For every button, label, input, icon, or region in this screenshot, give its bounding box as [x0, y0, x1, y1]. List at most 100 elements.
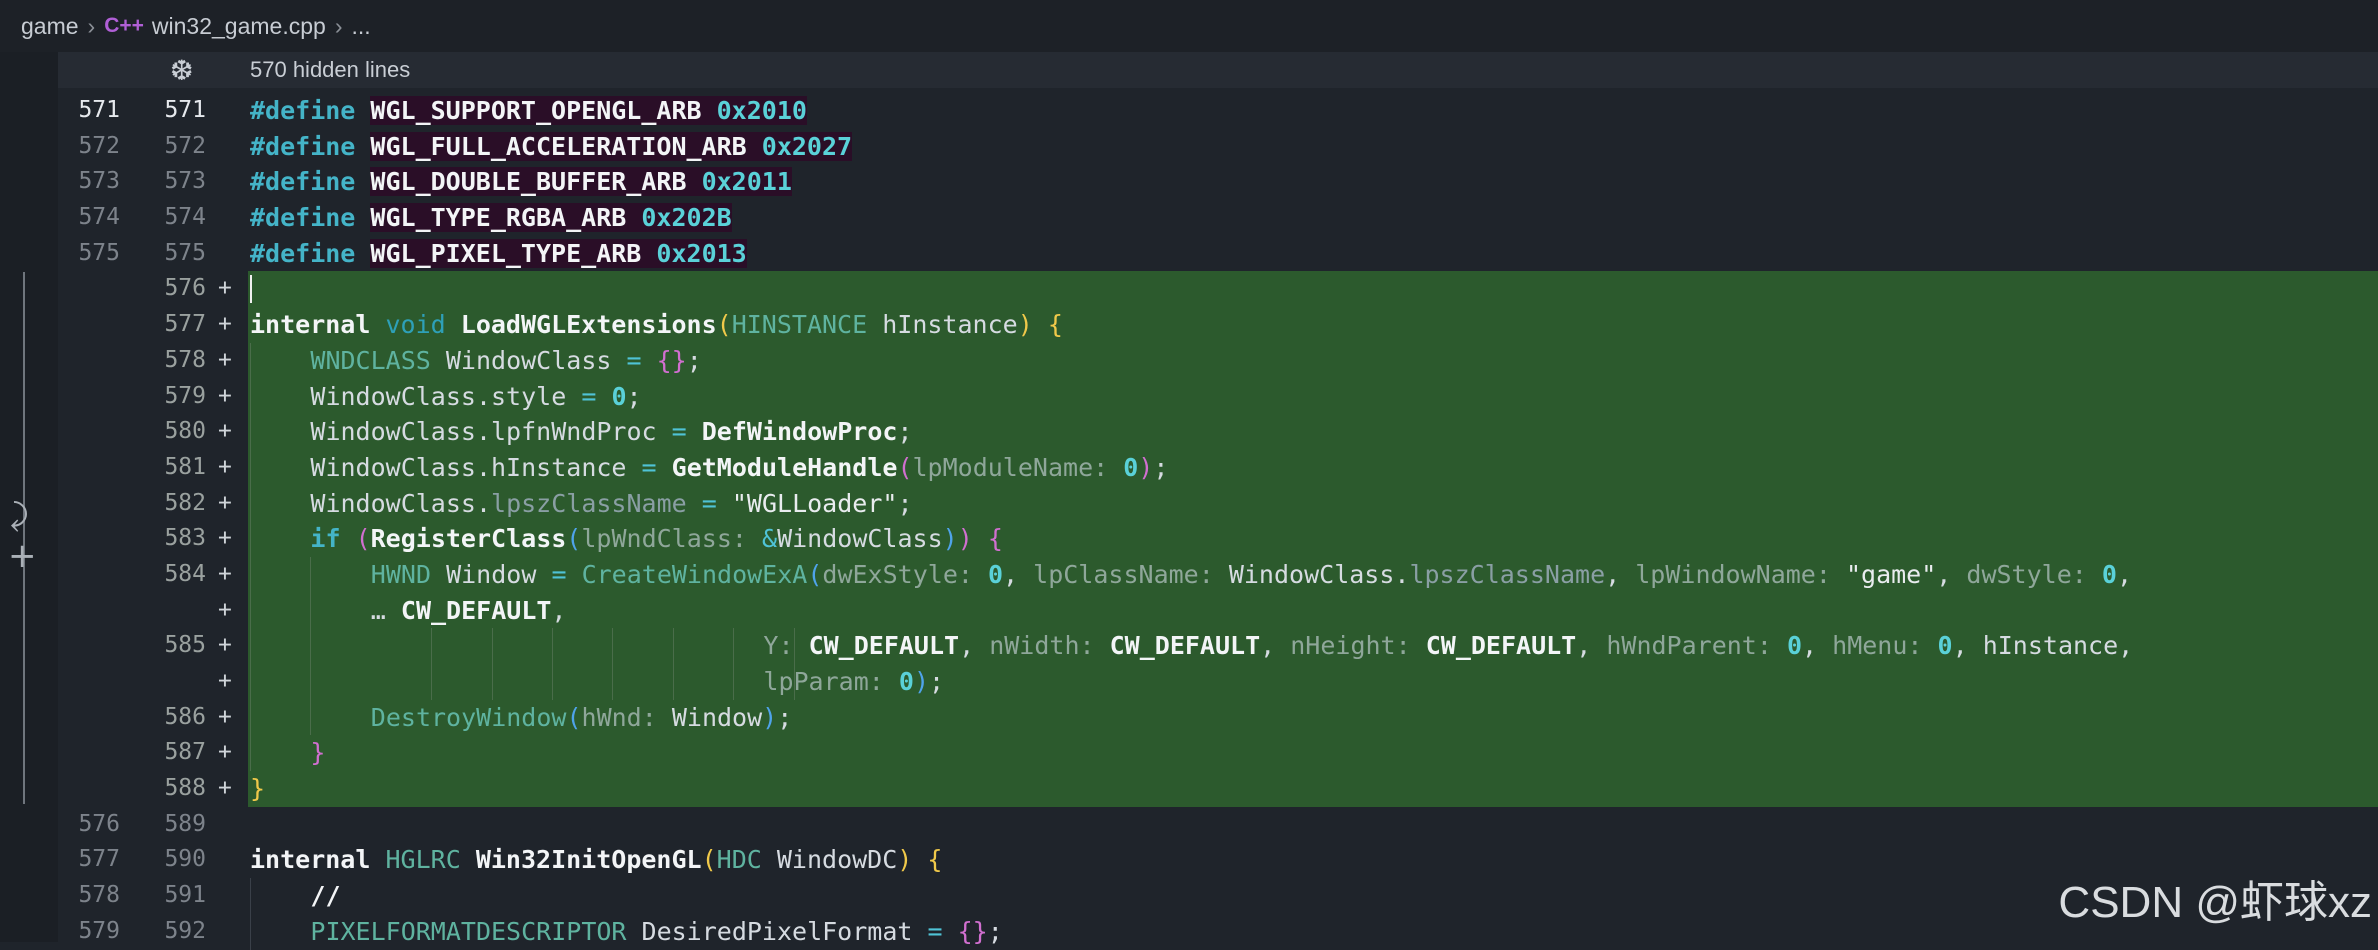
code-token: if	[310, 524, 341, 554]
indent-guide	[250, 664, 251, 700]
code-token: DesiredPixelFormat	[626, 916, 928, 946]
code-token: 0	[987, 559, 1004, 589]
code-line[interactable]: 573 573 #define WGL_DOUBLE_BUFFER_ARB 0x20…	[58, 164, 2378, 201]
code-token: WGL_DOUBLE_BUFFER_ARB	[370, 167, 687, 197]
code-text[interactable]: #define WGL_TYPE_RGBA_ARB 0x202B	[250, 200, 732, 236]
new-line-number: 582	[164, 489, 206, 516]
old-line-number: 571	[78, 97, 120, 123]
code-text[interactable]: WindowClass.lpfnWndProc = DefWindowProc;	[310, 414, 912, 450]
indent-guide	[431, 628, 433, 664]
code-token: lpszClassName	[491, 488, 687, 518]
code-text[interactable]: PIXELFORMATDESCRIPTOR DesiredPixelFormat…	[310, 914, 1002, 950]
code-line-added[interactable]: 588 +}	[58, 771, 2378, 807]
added-line-marker: +	[218, 311, 232, 338]
code-line[interactable]: 572 572 #define WGL_FULL_ACCELERATION_ARB …	[58, 128, 2378, 165]
code-line-added[interactable]: 580 + WindowClass.lpfnWndProc = DefWindowP…	[58, 414, 2378, 450]
new-line-number: 587	[164, 739, 206, 766]
code-text[interactable]: HWND Window = CreateWindowExA(dwExStyle:…	[371, 557, 2132, 593]
code-text[interactable]: #define WGL_DOUBLE_BUFFER_ARB 0x2011	[250, 164, 792, 200]
code-token: nHeight:	[1290, 631, 1411, 661]
chevron-right-icon: ›	[87, 12, 96, 39]
new-line-number: 585	[164, 632, 206, 659]
code-token: {	[927, 845, 943, 875]
code-text[interactable]: WindowClass.lpszClassName = "WGLLoader";	[310, 486, 912, 522]
indent-guide	[250, 414, 251, 450]
code-text[interactable]: }	[250, 771, 265, 807]
code-token: lpClassName:	[1033, 559, 1214, 589]
code-text[interactable]: WindowClass.style = 0;	[310, 379, 641, 415]
code-text[interactable]: DestroyWindow(hWnd: Window);	[371, 700, 792, 736]
code-token: WindowClass	[430, 345, 627, 375]
code-line-added[interactable]: 582 + WindowClass.lpszClassName = "WGLLoad…	[58, 485, 2378, 522]
new-line-number: 583	[164, 525, 206, 552]
unfold-icon[interactable]: ❆	[170, 54, 193, 87]
revert-icon[interactable]: ⤸	[10, 500, 28, 532]
code-line-added[interactable]: + … CW_DEFAULT,	[58, 592, 2378, 629]
code-text[interactable]: //	[310, 878, 340, 914]
breadcrumb-file[interactable]: win32_game.cpp	[152, 13, 326, 40]
indent-guide	[250, 913, 251, 950]
code-text[interactable]: if (RegisterClass(lpWndClass: &WindowCla…	[310, 521, 1003, 557]
breadcrumb-more[interactable]: ...	[352, 13, 371, 40]
code-token: (	[701, 845, 717, 875]
hidden-lines-bar[interactable]: ❆ 570 hidden lines	[58, 52, 2378, 88]
code-text[interactable]: internal void LoadWGLExtensions(HINSTANC…	[250, 307, 1063, 343]
code-token: 0	[1123, 452, 1139, 482]
code-line[interactable]: 578 591 //	[58, 878, 2378, 914]
code-line-added[interactable]: 583 + if (RegisterClass(lpWndClass: &Windo…	[58, 521, 2378, 557]
indent-guide	[672, 628, 674, 664]
add-icon[interactable]: +	[8, 538, 37, 574]
code-line-added[interactable]: 577 + internal void LoadWGLExtensions(HINS…	[58, 307, 2378, 343]
code-line[interactable]: 574 574 #define WGL_TYPE_RGBA_ARB 0x202B	[58, 200, 2378, 236]
code-token: #define	[250, 203, 356, 233]
code-line-added[interactable]: 584 + HWND Window = CreateWindowExA(dwExSt…	[58, 556, 2378, 593]
code-text[interactable]: WNDCLASS WindowClass = {};	[310, 343, 701, 379]
code-token: WindowClass.	[1213, 559, 1410, 589]
code-text[interactable]: }	[310, 735, 325, 771]
breadcrumb-folder[interactable]: game	[21, 13, 79, 40]
added-line-marker: +	[218, 346, 232, 373]
code-token: void	[385, 310, 446, 340]
code-line[interactable]: 575 575 #define WGL_PIXEL_TYPE_ARB 0x2013	[58, 235, 2378, 272]
indent-guide	[310, 556, 312, 593]
code-text[interactable]: internal HGLRC Win32InitOpenGL(HDC Windo…	[250, 842, 942, 878]
code-line-added[interactable]: 586 + DestroyWindow(hWnd: Window);	[58, 699, 2378, 736]
code-text[interactable]: #define WGL_SUPPORT_OPENGL_ARB 0x2010	[250, 93, 807, 129]
added-line-marker: +	[218, 775, 232, 802]
added-line-marker: +	[218, 703, 232, 730]
code-line-added[interactable]: 579 + WindowClass.style = 0;	[58, 378, 2378, 415]
code-token: CW_DEFAULT	[1109, 631, 1261, 661]
code-text[interactable]: lpParam: 0);	[763, 664, 944, 700]
new-line-number: 579	[164, 382, 206, 409]
code-token: (	[807, 559, 823, 589]
code-text[interactable]: WindowClass.hInstance = GetModuleHandle(…	[310, 450, 1168, 486]
code-line-added[interactable]: 576 +	[58, 271, 2378, 308]
code-line[interactable]: 576 589	[58, 806, 2378, 843]
code-line[interactable]: 571 571 #define WGL_SUPPORT_OPENGL_ARB 0x2…	[58, 93, 2378, 129]
old-line-number: 576	[78, 810, 120, 837]
code-line-added[interactable]: 578 + WNDCLASS WindowClass = {};	[58, 342, 2378, 379]
code-token: HWND	[370, 559, 432, 589]
code-token: ,	[959, 631, 990, 661]
code-line-added[interactable]: 581 + WindowClass.hInstance = GetModuleHan…	[58, 449, 2378, 486]
code-line-added[interactable]: + lpParam: 0);	[58, 664, 2378, 700]
code-text[interactable]: … CW_DEFAULT,	[371, 593, 567, 629]
code-token: lpszClassName	[1409, 559, 1606, 589]
code-token: 0	[611, 381, 627, 411]
code-token: RegisterClass	[370, 524, 567, 554]
code-line-added[interactable]: 587 +}	[58, 735, 2378, 772]
code-text[interactable]: Y: CW_DEFAULT, nWidth: CW_DEFAULT, nHeig…	[763, 628, 2133, 664]
code-text[interactable]: #define WGL_FULL_ACCELERATION_ARB 0x2027	[250, 129, 853, 165]
code-text[interactable]: #define WGL_PIXEL_TYPE_ARB 0x2013	[250, 236, 747, 272]
code-token: lpParam:	[763, 667, 884, 696]
indent-guide	[250, 699, 251, 736]
indent-guide	[250, 878, 251, 914]
code-token: =	[671, 417, 687, 447]
code-token: hWnd:	[581, 702, 657, 732]
code-line[interactable]: 577 590 internal HGLRC Win32InitOpenGL(HDC…	[58, 842, 2378, 879]
code-line-added[interactable]: 585 + Y: CW_DEFAULT, nWidth: CW_DEFAULT, n…	[58, 628, 2378, 664]
code-editor[interactable]: 571 571 #define WGL_SUPPORT_OPENGL_ARB 0x2…	[58, 93, 2378, 950]
new-line-number: 592	[164, 917, 206, 944]
code-line[interactable]: 579 592 PIXELFORMATDESCRIPTOR DesiredPixel…	[58, 913, 2378, 950]
